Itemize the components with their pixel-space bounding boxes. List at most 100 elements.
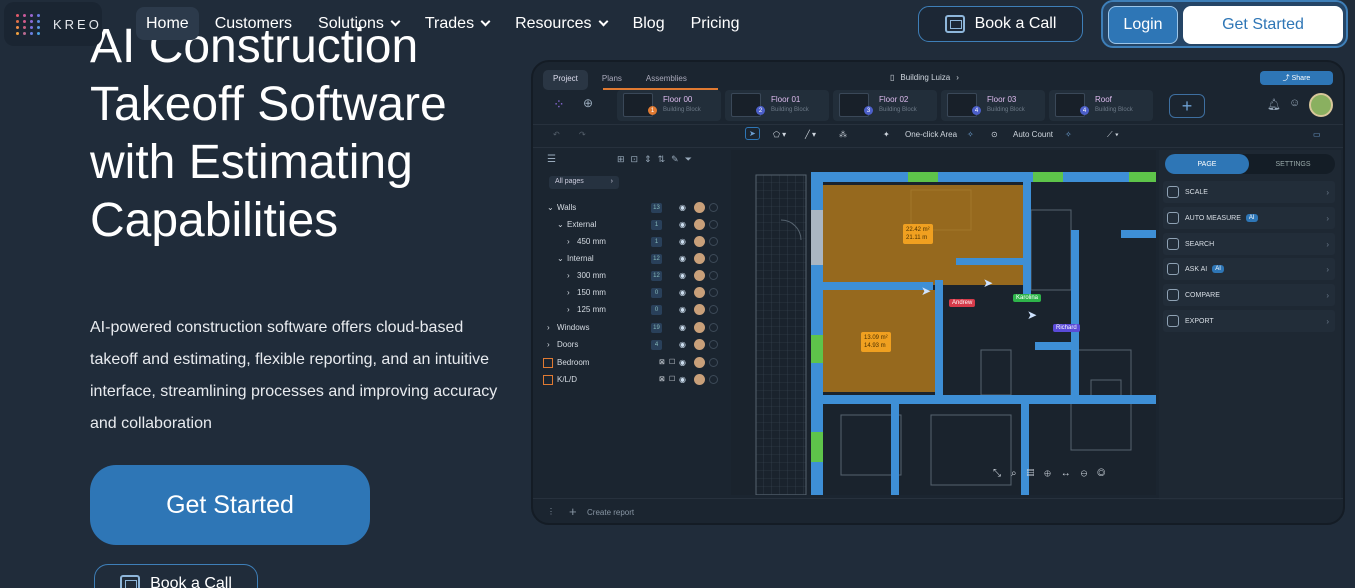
- hero-subtitle: AI-powered construction software offers …: [90, 319, 498, 432]
- panel-item-export[interactable]: EXPORT ›: [1163, 310, 1335, 332]
- map-icon[interactable]: ▤: [1027, 468, 1045, 479]
- tree-row[interactable]: ⌄ External 1 ◉: [541, 217, 729, 234]
- tree-row[interactable]: › 150 mm 0 ◉: [541, 285, 729, 302]
- eye-icon[interactable]: ◉: [679, 203, 686, 212]
- panel-item-scale[interactable]: SCALE ›: [1163, 181, 1335, 203]
- more-vertical-icon[interactable]: ⋮: [547, 507, 555, 516]
- monitor-icon[interactable]: ▭: [1313, 130, 1321, 139]
- tab-plans[interactable]: Plans: [592, 70, 632, 90]
- hero-get-started-button[interactable]: Get Started: [90, 465, 370, 545]
- zoom-out-icon[interactable]: ⊖: [1081, 468, 1098, 479]
- list-menu-icon[interactable]: ☰: [547, 154, 556, 165]
- floor-tab-roof[interactable]: 4 Roof Building Block: [1049, 90, 1153, 121]
- create-report-button[interactable]: Create report: [587, 508, 634, 517]
- select-pointer-icon[interactable]: ➤: [745, 127, 760, 140]
- tree-row[interactable]: ⌄ Internal 12 ◉: [541, 251, 729, 268]
- floor-tab-01[interactable]: 2 Floor 01 Building Block: [725, 90, 829, 121]
- search-icon[interactable]: ⌕: [1011, 468, 1027, 479]
- checkbox-icon[interactable]: ⊠: [659, 358, 665, 366]
- document-title[interactable]: ▯ Building Luiza ›: [890, 73, 959, 82]
- eye-icon[interactable]: ◉: [679, 288, 686, 297]
- zoom-icon[interactable]: ⊕: [583, 96, 593, 110]
- eye-icon[interactable]: ◉: [679, 220, 686, 229]
- panel-item-auto-measure[interactable]: AUTO MEASURE AI ›: [1163, 207, 1335, 229]
- tree-row[interactable]: › 450 mm 1 ◉: [541, 234, 729, 251]
- panel-item-label: ASK AI: [1185, 265, 1208, 273]
- tree-row[interactable]: › Windows 19 ◉: [541, 320, 729, 337]
- floor-tab-03[interactable]: 4 Floor 03 Building Block: [941, 90, 1045, 121]
- fit-width-icon[interactable]: ↔: [1061, 468, 1081, 479]
- book-call-button[interactable]: Book a Call: [918, 6, 1083, 42]
- chat-icon[interactable]: ☺: [1289, 97, 1300, 109]
- nav-customers[interactable]: Customers: [205, 7, 302, 40]
- eye-icon[interactable]: ◉: [679, 305, 686, 314]
- eye-icon[interactable]: ◉: [679, 340, 686, 349]
- tab-settings[interactable]: SETTINGS: [1251, 154, 1335, 174]
- checkbox-icon[interactable]: ☐: [669, 358, 675, 366]
- undo-icon[interactable]: ↶: [553, 130, 560, 139]
- eye-icon[interactable]: ◉: [679, 237, 686, 246]
- checkbox-icon[interactable]: ⊠: [659, 375, 665, 383]
- tree-row[interactable]: › 300 mm 12 ◉: [541, 268, 729, 285]
- eye-icon[interactable]: ◉: [679, 271, 686, 280]
- tree-row[interactable]: ⌄ Walls 13 ◉: [541, 200, 729, 217]
- one-click-area-button[interactable]: One-click Area: [905, 130, 957, 139]
- kreo-logo[interactable]: KREO: [4, 2, 102, 46]
- panel-item-search[interactable]: SEARCH ›: [1163, 233, 1335, 255]
- share-button[interactable]: ⤴ Share: [1260, 71, 1333, 85]
- nav-resources[interactable]: Resources: [505, 7, 616, 40]
- nav-blog[interactable]: Blog: [623, 7, 675, 40]
- tab-page[interactable]: PAGE: [1165, 154, 1249, 174]
- tree-row[interactable]: › Doors 4 ◉: [541, 337, 729, 354]
- login-button[interactable]: Login: [1108, 6, 1178, 44]
- line-tool-icon[interactable]: ╱ ▾: [805, 130, 816, 139]
- eye-icon[interactable]: ◉: [679, 358, 686, 367]
- user-avatar[interactable]: [1309, 93, 1333, 117]
- add-floor-button[interactable]: +: [1169, 94, 1205, 118]
- eye-icon[interactable]: ◉: [679, 323, 686, 332]
- eye-icon[interactable]: ◉: [679, 375, 686, 384]
- nav-home[interactable]: Home: [136, 7, 199, 40]
- panel-item-compare[interactable]: COMPARE ›: [1163, 284, 1335, 306]
- info-icon: [709, 288, 718, 297]
- chevron-right-icon: ›: [1326, 213, 1329, 223]
- area-measurement-tag[interactable]: 22.42 m² 21.11 m: [903, 224, 933, 244]
- nav-trades[interactable]: Trades: [415, 7, 499, 40]
- redo-icon[interactable]: ↷: [579, 130, 586, 139]
- zoom-percent-icon[interactable]: ◎: [1097, 468, 1115, 479]
- hero-book-call-button[interactable]: Book a Call: [94, 564, 258, 588]
- area-measurement-tag[interactable]: 13.09 m² 14.93 m: [861, 332, 891, 352]
- floor-badge: 1: [648, 106, 657, 115]
- nav-solutions[interactable]: Solutions: [308, 7, 409, 40]
- nav-pricing[interactable]: Pricing: [681, 7, 750, 40]
- collapse-icon[interactable]: ⤡: [993, 468, 1011, 479]
- tab-assemblies[interactable]: Assemblies: [636, 70, 697, 90]
- panel-item-ask-ai[interactable]: ASK AI AI ›: [1163, 258, 1335, 280]
- tab-project[interactable]: Project: [543, 70, 588, 90]
- panel-tools-icons[interactable]: ⊞⊡⇕⇅✎⏷: [617, 154, 698, 165]
- tree-row[interactable]: Bedroom ⊠ ☐ ◉: [541, 355, 729, 372]
- notification-icon[interactable]: 🔔︎: [1267, 98, 1281, 111]
- auto-count-icon[interactable]: ⊙: [991, 130, 998, 139]
- all-pages-dropdown[interactable]: All pages ›: [549, 176, 619, 189]
- polygon-tool-icon[interactable]: ⬠ ▾: [773, 130, 786, 139]
- floor-tab-02[interactable]: 3 Floor 02 Building Block: [833, 90, 937, 121]
- one-click-area-icon[interactable]: ✦: [883, 130, 890, 139]
- count-tool-icon[interactable]: ⁂: [839, 130, 847, 139]
- tree-row[interactable]: K/L/D ⊠ ☐ ◉: [541, 372, 729, 389]
- zoom-in-icon[interactable]: ⊕: [1044, 468, 1061, 479]
- floor-tab-00[interactable]: 1 Floor 00 Building Block: [617, 90, 721, 121]
- info-icon: [709, 358, 718, 367]
- info-icon: [709, 237, 718, 246]
- ask-ai-icon: [1167, 263, 1179, 275]
- panel-item-label: SEARCH: [1185, 240, 1215, 248]
- floor-plan-canvas[interactable]: 22.42 m² 21.11 m 13.09 m² 14.93 m ➤ Andrew…: [731, 150, 1156, 495]
- plus-icon[interactable]: +: [569, 504, 577, 519]
- area-hatch-icon: [543, 375, 553, 385]
- get-started-button[interactable]: Get Started: [1183, 6, 1343, 44]
- measure-tool-icon[interactable]: ⟋ ▾: [1107, 130, 1119, 140]
- checkbox-icon[interactable]: ☐: [669, 375, 675, 383]
- tree-row[interactable]: › 125 mm 0 ◉: [541, 302, 729, 319]
- auto-count-button[interactable]: Auto Count: [1013, 130, 1053, 139]
- eye-icon[interactable]: ◉: [679, 254, 686, 263]
